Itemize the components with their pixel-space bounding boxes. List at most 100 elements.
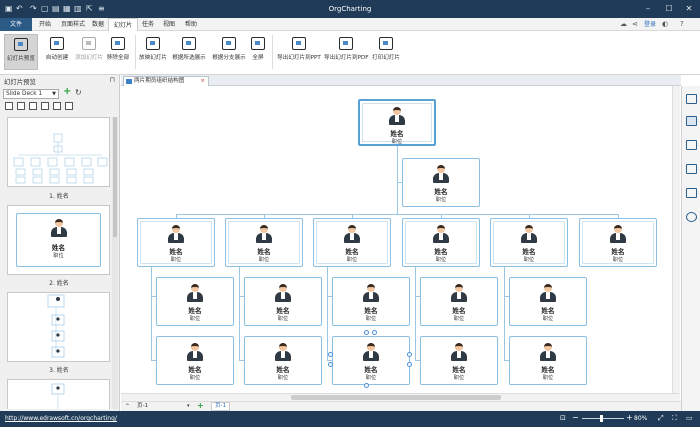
menu-slides[interactable]: 幻灯片 [108, 18, 139, 32]
play-slides-icon [146, 37, 160, 50]
resize-handle[interactable] [364, 383, 369, 388]
page-menu-icon[interactable]: ⌃ [125, 402, 130, 411]
org-node-level3[interactable]: 姓名 职位 [244, 336, 322, 385]
pin-icon[interactable]: ⊓ [110, 76, 115, 84]
org-node-level2[interactable]: 姓名 职位 [579, 218, 657, 267]
export-pdf-button[interactable]: 导出幻灯片到PDF [324, 34, 368, 70]
tool-icon-6[interactable] [65, 102, 73, 110]
theme-icon[interactable]: ◐ [662, 19, 668, 30]
org-node-level2[interactable]: 姓名 职位 [225, 218, 303, 267]
vertical-scrollbar[interactable] [672, 86, 680, 393]
pane-scrollbar[interactable] [112, 117, 118, 409]
menu-file[interactable]: 文件 [0, 18, 32, 31]
tool-icon-1[interactable] [5, 102, 13, 110]
maximize-icon[interactable]: ☐ [659, 2, 679, 16]
org-node-level2[interactable]: 姓名 职位 [490, 218, 568, 267]
connector-line [397, 146, 398, 214]
org-node-level3[interactable]: 姓名 职位 [244, 277, 322, 326]
layout-panel-icon[interactable] [686, 164, 697, 174]
page-select[interactable]: 页-1 [137, 402, 148, 411]
add-page-icon[interactable]: + [197, 401, 204, 410]
org-node-level2[interactable]: 姓名 职位 [402, 218, 480, 267]
fit-page-icon[interactable]: ⊡ [560, 414, 566, 422]
fullscreen-status-icon[interactable]: ⛶ [672, 414, 677, 423]
slide-thumb-2[interactable]: 姓名 职位 [7, 205, 110, 275]
pane-scroll-thumb[interactable] [113, 117, 117, 237]
fit-width-icon[interactable]: ⤢ [658, 414, 664, 423]
menu-view[interactable]: 视图 [158, 18, 180, 31]
show-selected-button[interactable]: 根据所选展示 [170, 34, 208, 70]
zoom-slider-thumb[interactable] [600, 415, 603, 422]
connector-line [176, 214, 619, 215]
menu-home[interactable]: 开始 [34, 18, 56, 31]
org-node-assistant[interactable]: 姓名 职位 [402, 158, 480, 207]
menu-data[interactable]: 数据 [87, 18, 109, 31]
cloud-icon[interactable]: ☁ [620, 19, 627, 30]
login-link[interactable]: 登录 [644, 19, 656, 30]
slide-thumb-4-preview [51, 383, 65, 409]
horizontal-scroll-thumb[interactable] [291, 395, 501, 400]
document-tab[interactable]: 两片期员组织结构图 × [123, 76, 209, 86]
org-node-level3[interactable]: 姓名 职位 [156, 277, 234, 326]
zoom-slider[interactable] [582, 418, 624, 419]
share-icon[interactable]: ⋖ [632, 19, 638, 30]
resize-handle[interactable] [407, 352, 412, 357]
help-icon[interactable]: ? [680, 19, 684, 30]
mini-node-role: 职位 [53, 253, 64, 259]
style-panel-icon[interactable] [686, 116, 697, 126]
resize-handle[interactable] [364, 330, 369, 335]
rotate-handle[interactable] [372, 330, 377, 335]
tool-icon-3[interactable] [29, 102, 37, 110]
print-slides-button[interactable]: 打印幻灯片 [370, 34, 402, 70]
auto-create-button[interactable]: 自动创建 [42, 34, 72, 70]
page-tab[interactable]: 页-1 [211, 402, 231, 411]
remove-all-button[interactable]: 移除全部 [104, 34, 132, 70]
deck-select[interactable]: Slide Deck 1 ▼ [3, 89, 59, 99]
org-node-root[interactable]: 姓名 职位 [358, 99, 436, 146]
org-node-selected[interactable]: 姓名 职位 [332, 336, 410, 385]
tool-icon-5[interactable] [53, 102, 61, 110]
tool-icon-4[interactable] [41, 102, 49, 110]
fullscreen-button[interactable]: 全屏 [248, 34, 268, 70]
org-chart-canvas[interactable]: 姓名 职位 姓名 职位 姓名 职位 姓名 职位 姓名 职位 姓名 职位 姓名 职位 姓名 职位 … [121, 86, 681, 393]
menu-tasks[interactable]: 任务 [137, 18, 159, 31]
resize-handle[interactable] [328, 352, 333, 357]
image-panel-icon[interactable] [686, 94, 697, 104]
slide-label-1: 1. 姓名 [49, 193, 69, 200]
org-node-level2[interactable]: 姓名 职位 [137, 218, 215, 267]
menu-page-style[interactable]: 页面样式 [56, 18, 90, 31]
org-node-level3[interactable]: 姓名 职位 [509, 277, 587, 326]
org-node-level3[interactable]: 姓名 职位 [420, 277, 498, 326]
menu-help[interactable]: 帮助 [180, 18, 202, 31]
minimize-icon[interactable]: – [638, 2, 658, 16]
website-link[interactable]: http://www.edrawsoft.cn/orgcharting/ [5, 415, 117, 422]
play-slides-button[interactable]: 放映幻灯片 [138, 34, 168, 70]
org-node-level2[interactable]: 姓名 职位 [313, 218, 391, 267]
horizontal-scrollbar[interactable] [121, 393, 680, 401]
show-branch-button[interactable]: 根据分支展示 [210, 34, 248, 70]
add-deck-icon[interactable]: + [63, 87, 71, 97]
close-icon[interactable]: ✕ [679, 2, 699, 16]
zoom-in-icon[interactable]: + [626, 413, 633, 422]
toggle-panel-icon[interactable]: ▭ [686, 414, 693, 422]
slide-preview-button[interactable]: 幻灯片预览 [4, 34, 38, 70]
tool-icon-2[interactable] [17, 102, 25, 110]
resize-handle[interactable] [407, 362, 412, 367]
export-ppt-button[interactable]: 导出幻灯片到PPT [275, 34, 323, 70]
page-dropdown-icon[interactable]: ▾ [187, 402, 190, 411]
org-node-level3[interactable]: 姓名 职位 [332, 277, 410, 326]
close-tab-icon[interactable]: × [200, 77, 205, 86]
add-slide-button[interactable]: 添加幻灯片 [74, 34, 104, 70]
org-node-level3[interactable]: 姓名 职位 [156, 336, 234, 385]
org-node-level3[interactable]: 姓名 职位 [420, 336, 498, 385]
org-node-level3[interactable]: 姓名 职位 [509, 336, 587, 385]
resize-handle[interactable] [328, 362, 333, 367]
slide-thumb-1[interactable] [7, 117, 110, 187]
search-panel-icon[interactable] [686, 212, 697, 222]
refresh-icon[interactable]: ↻ [75, 88, 82, 97]
slide-thumb-4[interactable] [7, 379, 110, 409]
slide-thumb-3[interactable] [7, 292, 110, 362]
tree-panel-icon[interactable] [686, 188, 697, 198]
zoom-out-icon[interactable]: − [572, 413, 579, 422]
list-panel-icon[interactable] [686, 140, 697, 150]
